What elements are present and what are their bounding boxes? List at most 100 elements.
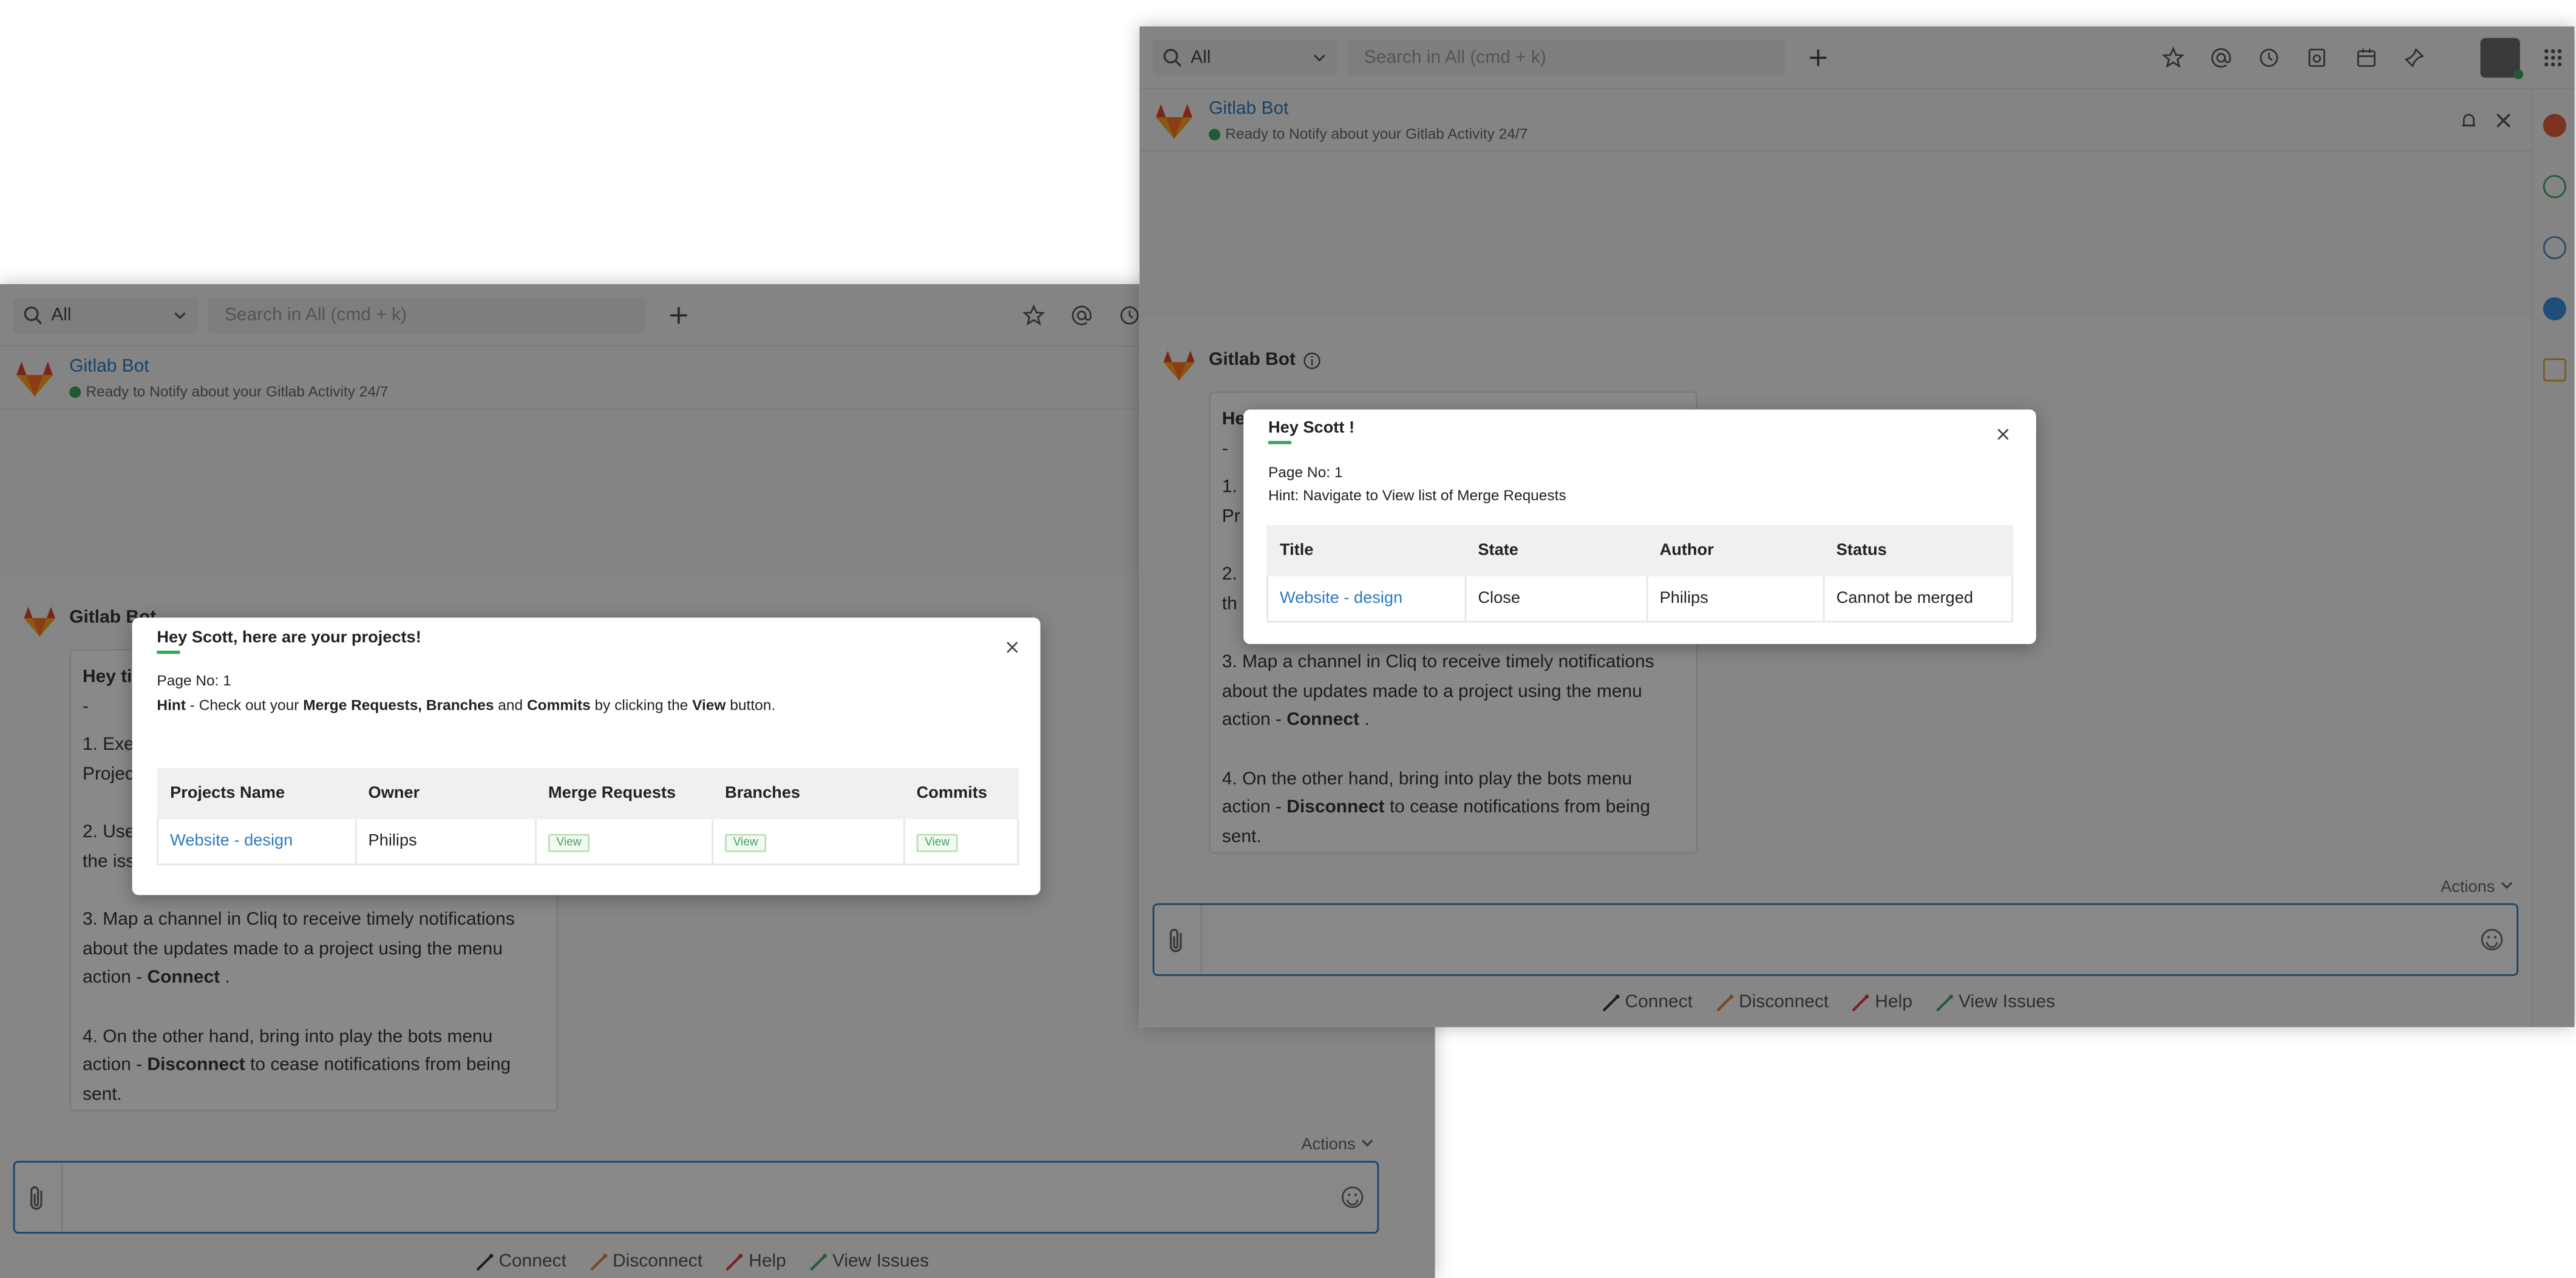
bot-name[interactable]: Gitlab Bot — [1209, 99, 1288, 119]
chevron-down-icon — [1361, 1140, 1373, 1147]
search-scope-select[interactable]: All — [1152, 39, 1338, 76]
info-icon[interactable] — [1303, 352, 1321, 370]
connect-keyword: Connect — [147, 967, 220, 988]
column-header: Author — [1646, 525, 1825, 577]
history-icon[interactable] — [2257, 46, 2280, 69]
disconnect-button[interactable]: Disconnect — [590, 1251, 703, 1272]
column-header: Projects Name — [157, 767, 357, 820]
view-merge-requests-button[interactable]: View — [548, 833, 590, 852]
app-icon[interactable] — [2543, 114, 2566, 137]
gitlab-logo-icon — [1156, 104, 1192, 139]
wand-icon — [1852, 993, 1870, 1011]
bot-status: Ready to Notify about your Gitlab Activi… — [69, 383, 388, 399]
disconnect-label: Disconnect — [613, 1251, 703, 1272]
bot-status-text: Ready to Notify about your Gitlab Activi… — [86, 383, 389, 400]
view-issues-button[interactable]: View Issues — [1935, 992, 2056, 1013]
connect-button[interactable]: Connect — [475, 1252, 566, 1271]
close-icon[interactable] — [1005, 641, 1019, 654]
chevron-down-icon — [174, 312, 186, 319]
star-icon[interactable] — [1022, 304, 1045, 327]
mention-icon[interactable] — [2209, 46, 2232, 69]
attachment-icon[interactable] — [25, 1184, 52, 1214]
column-header: Branches — [712, 767, 905, 820]
wand-icon — [476, 1253, 494, 1270]
merge-requests-table: Title State Author Status Website - desi… — [1266, 525, 2013, 623]
owner-cell: Philips — [355, 817, 537, 866]
modal-title: Hey Scott ! — [1268, 419, 1355, 438]
card-step-4: 4. On the other hand, bring into play th… — [83, 1023, 545, 1110]
bot-status-text: Ready to Notify about your Gitlab Activi… — [1225, 125, 1528, 142]
commits-cell: View — [903, 817, 1019, 866]
page-number: Page No: 1 — [1268, 464, 1343, 481]
divider — [61, 1162, 63, 1232]
connect-button[interactable]: Connect — [1602, 992, 1693, 1013]
online-status-icon — [2513, 69, 2524, 80]
project-link[interactable]: Website - design — [170, 832, 293, 851]
wand-icon — [726, 1253, 744, 1270]
app-icon[interactable] — [2543, 358, 2566, 382]
online-status-icon — [1209, 127, 1221, 140]
search-scope-select[interactable]: All — [13, 297, 199, 334]
emoji-icon[interactable] — [1341, 1186, 1364, 1209]
status-cell: Cannot be merged — [1823, 574, 2013, 623]
mention-icon[interactable] — [1070, 304, 1093, 327]
disconnect-label: Disconnect — [1739, 992, 1829, 1013]
bell-icon[interactable] — [2459, 110, 2479, 131]
pin-icon[interactable] — [2403, 46, 2426, 69]
view-commits-button[interactable]: View — [916, 833, 958, 852]
actions-menu[interactable]: Actions — [2441, 879, 2513, 897]
state-cell: Close — [1464, 574, 1648, 623]
card-step-4: 4. On the other hand, bring into play th… — [1222, 766, 1685, 852]
actions-label: Actions — [1301, 1136, 1356, 1155]
help-button[interactable]: Help — [726, 1251, 786, 1272]
help-label: Help — [749, 1251, 786, 1272]
message-sender[interactable]: Gitlab Bot — [1209, 350, 1296, 370]
right-sidebar — [2531, 89, 2575, 1027]
hint-bold: Merge Requests, Branches — [303, 696, 494, 714]
app-icon[interactable] — [2543, 175, 2566, 199]
emoji-icon[interactable] — [2480, 928, 2503, 951]
merge-request-link[interactable]: Website - design — [1280, 590, 1402, 608]
message-input[interactable] — [13, 1161, 1379, 1234]
connect-label: Connect — [1625, 992, 1693, 1013]
attachment-icon[interactable] — [1164, 926, 1191, 956]
quick-actions: Connect Disconnect Help View Issues — [1602, 992, 2056, 1013]
view-branches-button[interactable]: View — [725, 833, 767, 852]
chat-header: Gitlab Bot Ready to Notify about your Gi… — [1139, 89, 2532, 152]
modal-hint: Hint: Navigate to View list of Merge Req… — [1268, 487, 1566, 504]
help-button[interactable]: Help — [1852, 993, 1912, 1012]
view-issues-label: View Issues — [1959, 992, 2056, 1013]
search-input[interactable]: Search in All (cmd + k) — [1347, 39, 1786, 76]
close-icon[interactable] — [2495, 112, 2512, 129]
add-icon[interactable] — [667, 304, 690, 327]
table-header-row: Projects Name Owner Merge Requests Branc… — [157, 767, 1019, 820]
history-icon[interactable] — [1118, 304, 1141, 327]
bot-status: Ready to Notify about your Gitlab Activi… — [1209, 126, 1528, 142]
message-input[interactable] — [1152, 903, 2518, 976]
star-icon[interactable] — [2161, 46, 2185, 69]
author-cell: Philips — [1646, 574, 1825, 623]
app-icon[interactable] — [2543, 297, 2566, 321]
add-icon[interactable] — [1807, 46, 1830, 69]
view-issues-button[interactable]: View Issues — [809, 1252, 929, 1271]
column-header: Owner — [355, 767, 537, 820]
disconnect-keyword: Disconnect — [1286, 797, 1385, 818]
column-header: Commits — [903, 767, 1019, 820]
project-cell: Website - design — [157, 817, 357, 866]
disconnect-button[interactable]: Disconnect — [1716, 992, 1829, 1013]
reminder-icon[interactable] — [2305, 46, 2328, 69]
close-icon[interactable] — [1996, 427, 2010, 441]
bot-name[interactable]: Gitlab Bot — [69, 357, 149, 377]
chevron-down-icon — [2500, 882, 2512, 889]
table-row: Website - design Philips View View View — [157, 817, 1019, 866]
calendar-icon[interactable] — [2355, 46, 2378, 69]
app-icon[interactable] — [2543, 236, 2566, 260]
apps-grid-icon[interactable] — [2541, 46, 2564, 69]
actions-menu[interactable]: Actions — [1301, 1136, 1373, 1154]
hint-text: button. — [726, 696, 776, 714]
search-icon — [1163, 49, 1181, 67]
hint-bold: Commits — [526, 696, 591, 714]
scope-label: All — [1191, 47, 1211, 68]
step-3-end: . — [220, 967, 230, 988]
search-input[interactable]: Search in All (cmd + k) — [208, 297, 646, 334]
